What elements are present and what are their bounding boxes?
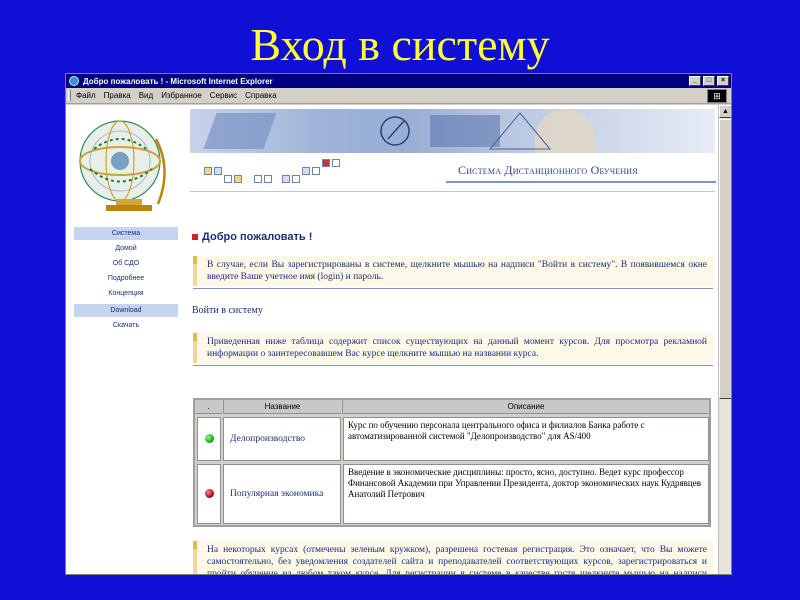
red-square-icon (192, 234, 198, 240)
scroll-up-icon[interactable]: ▲ (719, 105, 731, 118)
windows-flag-icon: ⊞ (707, 89, 727, 103)
sidebar-item-home[interactable]: Домой (74, 242, 178, 255)
sidebar-item-details[interactable]: Подробнее (74, 272, 178, 285)
course-description: Введение в экономические дисциплины: про… (343, 464, 709, 524)
table-row-status (197, 464, 221, 524)
sidebar: Система Домой Об СДО Подробнее Концепция… (74, 227, 178, 334)
course-name-link[interactable]: Популярная экономика (223, 464, 341, 524)
sidebar-item-about[interactable]: Об СДО (74, 257, 178, 270)
window-title: Добро пожаловать ! - Microsoft Internet … (83, 76, 273, 86)
menu-edit[interactable]: Правка (104, 91, 131, 100)
courses-table: . Название Описание Делопроизводство Кур… (193, 398, 711, 527)
header-divider (446, 181, 716, 183)
guest-registration-info: На некоторых курсах (отмечены зеленым кр… (193, 541, 713, 575)
page-content: Система Дистанционного Обучения Система … (66, 105, 718, 575)
sidebar-item-system[interactable]: Система (74, 227, 178, 240)
slide-title: Вход в систему (250, 19, 550, 70)
sidebar-item-get[interactable]: Скачать (74, 319, 178, 332)
menu-file[interactable]: Файл (76, 91, 96, 100)
sidebar-item-download[interactable]: Download (74, 304, 178, 317)
red-dot-icon (205, 489, 214, 498)
logo (72, 109, 180, 221)
minimize-button[interactable]: _ (689, 76, 701, 86)
login-link[interactable]: Войти в систему (192, 305, 263, 316)
login-instructions: В случае, если Вы зарегистрированы в сис… (193, 256, 713, 289)
system-title: Система Дистанционного Обучения (458, 163, 638, 177)
close-button[interactable]: × (717, 76, 729, 86)
green-dot-icon (205, 434, 214, 443)
guest-registration-text: На некоторых курсах (отмечены зеленым кр… (207, 545, 707, 575)
col-header-status: . (195, 400, 222, 414)
welcome-heading: Добро пожаловать ! (192, 231, 312, 243)
clock-icon (380, 112, 552, 150)
title-bar: Добро пожаловать ! - Microsoft Internet … (66, 74, 731, 88)
col-header-description: Описание (342, 400, 709, 414)
menu-view[interactable]: Вид (139, 91, 153, 100)
menu-favorites[interactable]: Избранное (161, 91, 202, 100)
ie-icon (69, 76, 79, 86)
decorative-squares (204, 159, 364, 185)
browser-window: Добро пожаловать ! - Microsoft Internet … (65, 73, 732, 575)
course-name-link[interactable]: Делопроизводство (223, 417, 341, 461)
sidebar-item-concept[interactable]: Концепция (74, 287, 178, 300)
header-divider-thin (190, 191, 715, 192)
toolbar-grip (68, 90, 71, 101)
header-banner (190, 109, 715, 153)
table-row-status (197, 417, 221, 461)
menu-bar: Файл Правка Вид Избранное Сервис Справка… (66, 88, 731, 104)
vertical-scrollbar[interactable]: ▲ (718, 105, 731, 574)
maximize-button[interactable]: □ (703, 76, 715, 86)
menu-tools[interactable]: Сервис (210, 91, 237, 100)
welcome-text: Добро пожаловать ! (202, 231, 313, 243)
login-instructions-text: В случае, если Вы зарегистрированы в сис… (207, 260, 707, 282)
col-header-name: Название (223, 400, 341, 414)
course-description: Курс по обучению персонала центрального … (343, 417, 709, 461)
globe-logo-icon (79, 120, 166, 211)
scroll-thumb[interactable] (719, 119, 731, 399)
courses-intro-text: Приведенная ниже таблица содержит список… (207, 337, 707, 359)
courses-intro: Приведенная ниже таблица содержит список… (193, 333, 713, 366)
menu-help[interactable]: Справка (245, 91, 276, 100)
